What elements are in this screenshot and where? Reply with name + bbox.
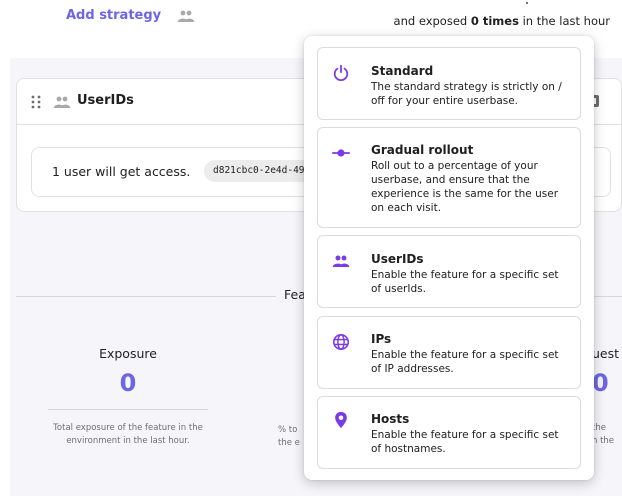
menu-item-text: Hosts Enable the feature for a specific … bbox=[371, 412, 570, 456]
strategy-title: UserIDs bbox=[77, 93, 134, 108]
exposure-label: Exposure bbox=[99, 346, 157, 361]
menu-item-gradual-rollout[interactable]: Gradual rollout Roll out to a percentage… bbox=[317, 127, 581, 228]
menu-item-text: Standard The standard strategy is strict… bbox=[371, 64, 570, 108]
menu-item-userids[interactable]: UserIDs Enable the feature for a specifi… bbox=[317, 235, 581, 308]
menu-item-description: The standard strategy is strictly on / o… bbox=[371, 81, 562, 107]
people-icon bbox=[177, 10, 195, 22]
menu-item-ips[interactable]: IPs Enable the feature for a specific se… bbox=[317, 316, 581, 389]
menu-item-description: Roll out to a percentage of your userbas… bbox=[371, 160, 559, 214]
exposure-summary: and exposed 0 times in the last hour bbox=[394, 14, 610, 28]
exposure-value: 0 bbox=[119, 369, 137, 397]
add-strategy-button[interactable]: Add strategy bbox=[66, 8, 195, 23]
menu-item-title: Standard bbox=[371, 64, 434, 78]
decorative-dot bbox=[526, 2, 528, 4]
exposure-description-line2: environment in the last hour. bbox=[66, 436, 190, 446]
slider-icon bbox=[332, 149, 350, 157]
requests-description-line1: the bbox=[592, 423, 606, 433]
exposure-count: 0 times bbox=[470, 14, 519, 28]
menu-item-title: IPs bbox=[371, 332, 392, 346]
menu-item-title: Hosts bbox=[371, 412, 410, 426]
menu-item-description: Enable the feature for a specific set of… bbox=[371, 269, 559, 295]
power-icon bbox=[333, 64, 349, 82]
menu-item-title: UserIDs bbox=[371, 252, 424, 266]
requests-label: uest bbox=[592, 346, 620, 361]
exposure-description: Total exposure of the feature in the env… bbox=[40, 422, 216, 448]
exposure-prefix: and exposed bbox=[393, 14, 471, 28]
metric-divider bbox=[48, 409, 208, 410]
menu-item-text: Gradual rollout Roll out to a percentage… bbox=[371, 143, 570, 215]
exposure-suffix: in the last hour bbox=[518, 14, 610, 28]
requests-metric: uest 0 the h the bbox=[592, 346, 622, 448]
drag-handle-icon[interactable] bbox=[31, 95, 41, 109]
people-icon bbox=[332, 255, 350, 267]
add-strategy-label: Add strategy bbox=[66, 8, 162, 23]
requests-description-line2: h the bbox=[592, 436, 615, 446]
menu-item-standard[interactable]: Standard The standard strategy is strict… bbox=[317, 47, 581, 120]
people-icon bbox=[53, 96, 71, 108]
access-text: 1 user will get access. bbox=[52, 164, 191, 179]
menu-item-text: IPs Enable the feature for a specific se… bbox=[371, 332, 570, 376]
strategy-menu: Standard The standard strategy is strict… bbox=[304, 36, 594, 480]
menu-item-description: Enable the feature for a specific set of… bbox=[371, 349, 559, 375]
globe-icon bbox=[332, 333, 350, 351]
requests-value: 0 bbox=[592, 369, 609, 397]
menu-item-hosts[interactable]: Hosts Enable the feature for a specific … bbox=[317, 396, 581, 469]
exposure-metric: Exposure 0 Total exposure of the feature… bbox=[40, 346, 216, 448]
menu-item-text: UserIDs Enable the feature for a specifi… bbox=[371, 252, 570, 296]
exposure-description-line1: Total exposure of the feature in the bbox=[53, 423, 203, 433]
menu-item-title: Gradual rollout bbox=[371, 143, 474, 157]
requests-description: the h the bbox=[592, 422, 622, 448]
location-pin-icon bbox=[335, 411, 347, 429]
menu-item-description: Enable the feature for a specific set of… bbox=[371, 429, 559, 455]
